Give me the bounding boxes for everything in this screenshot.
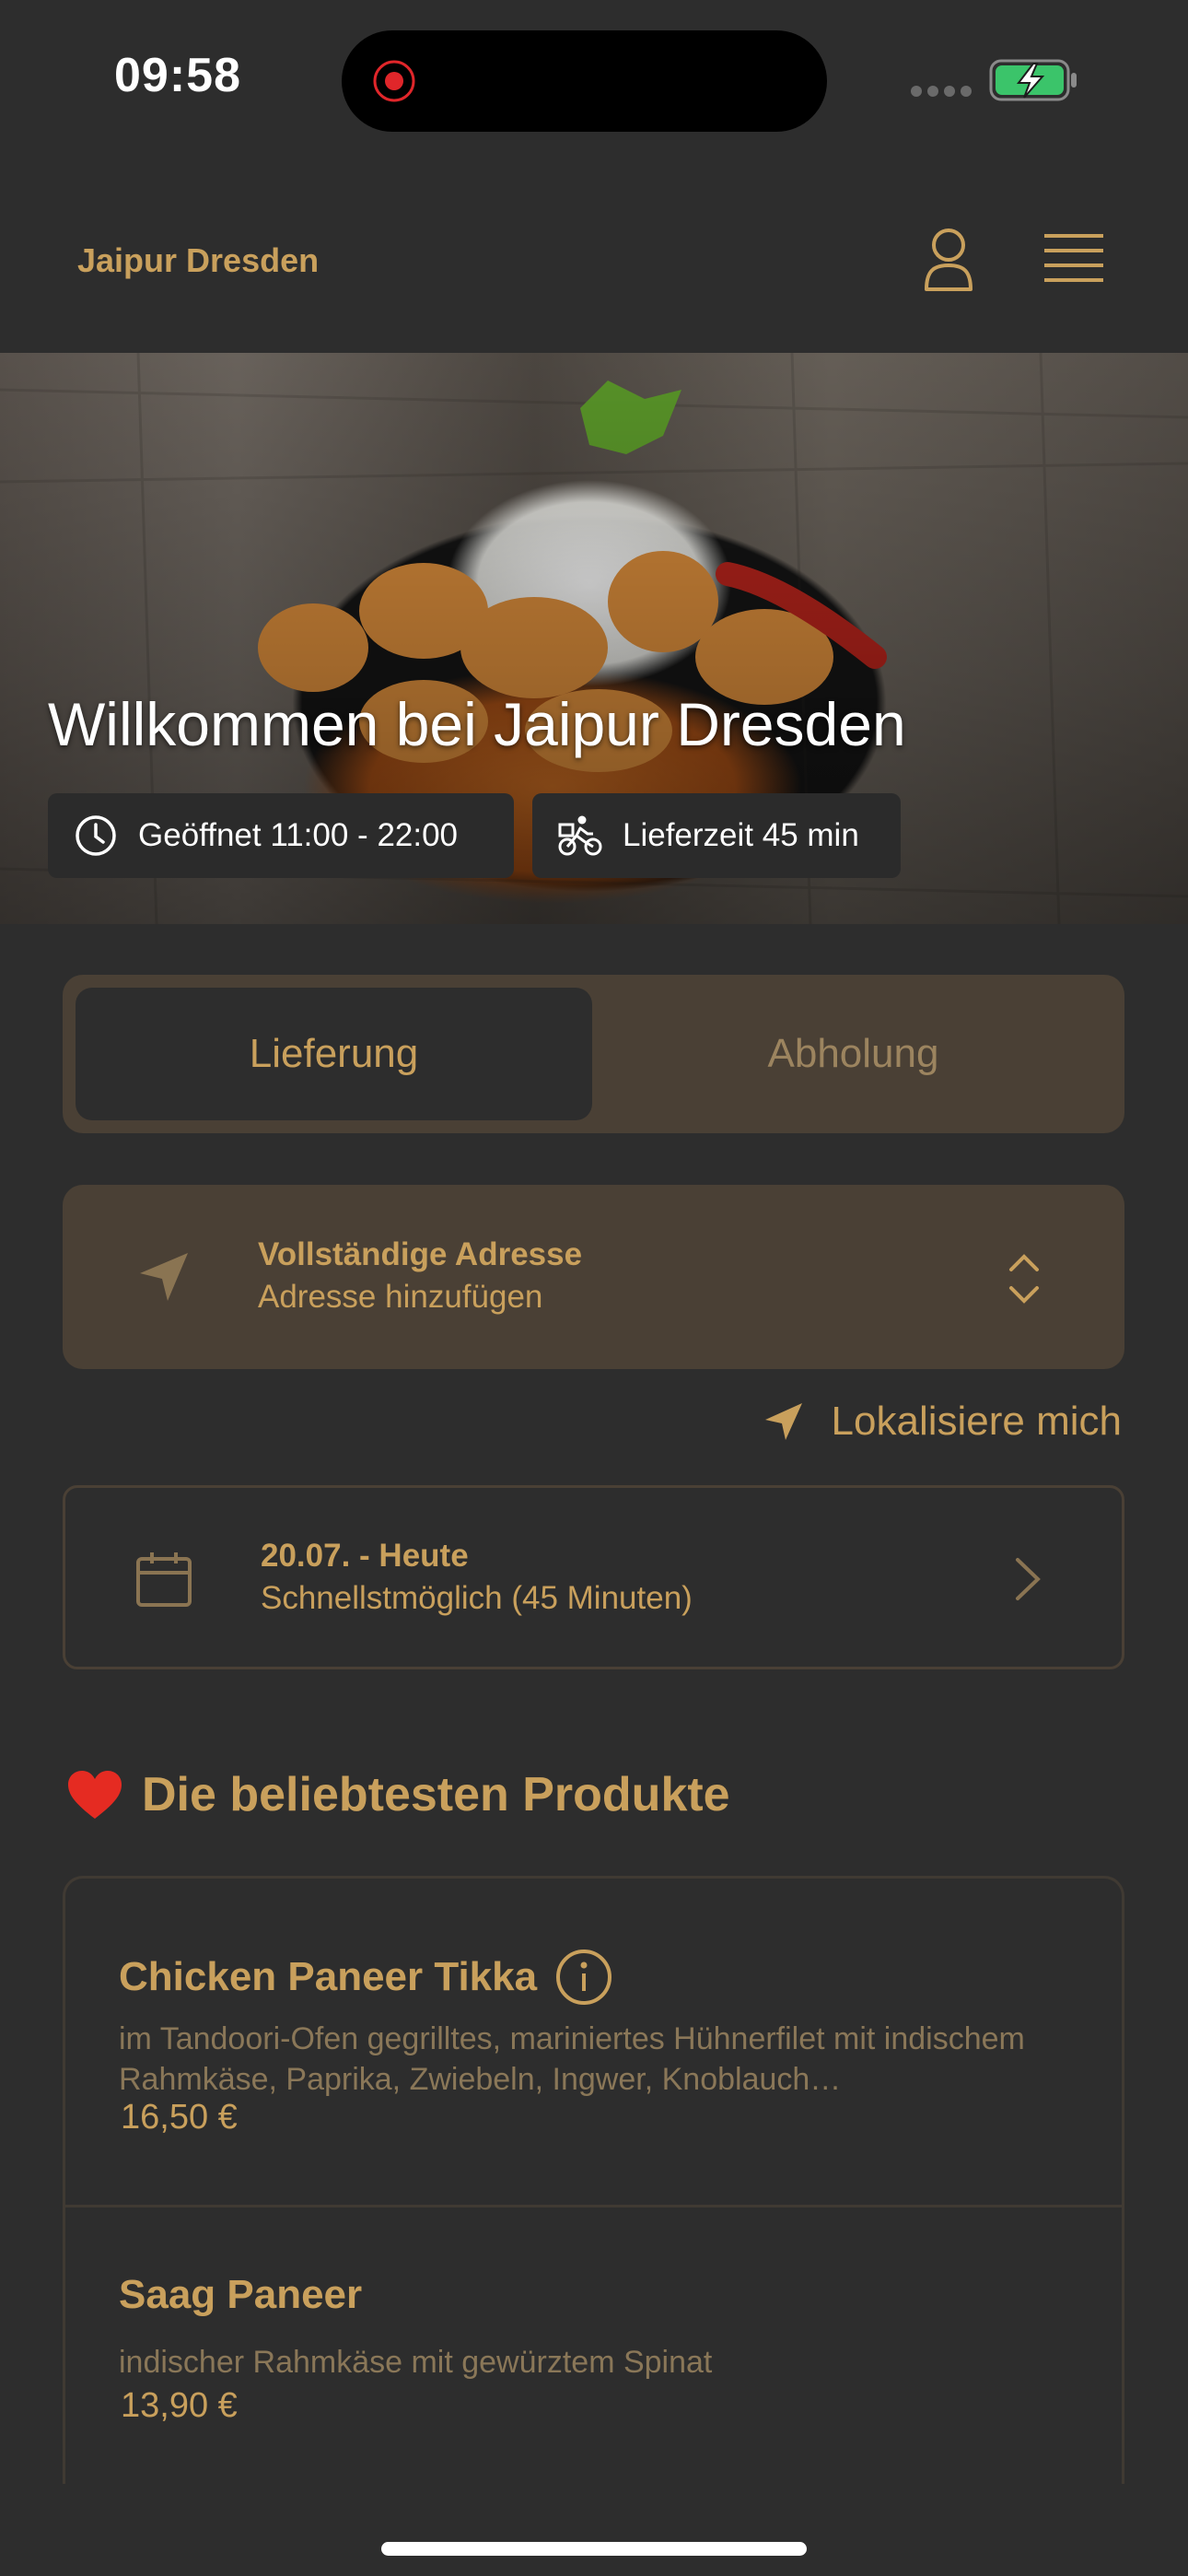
delivery-time-selector[interactable]: 20.07. - Heute Schnellstmöglich (45 Minu… <box>63 1485 1124 1669</box>
tab-pickup[interactable]: Abholung <box>595 988 1112 1120</box>
hamburger-menu-icon <box>1044 234 1103 282</box>
product-price: 13,90 € <box>121 2386 238 2425</box>
status-time: 09:58 <box>114 49 241 102</box>
locate-me-label: Lokalisiere mich <box>831 1399 1122 1444</box>
product-name: Saag Paneer <box>119 2272 363 2317</box>
order-type-toggle: Lieferung Abholung <box>63 975 1124 1133</box>
clock-icon <box>76 815 116 856</box>
hero-banner: Willkommen bei Jaipur Dresden Geöffnet 1… <box>0 353 1188 924</box>
schedule-time: Schnellstmöglich (45 Minuten) <box>261 1580 693 1616</box>
product-description: im Tandoori-Ofen gegrilltes, mariniertes… <box>119 2021 1025 2097</box>
chevron-right-icon <box>1016 1558 1041 1600</box>
dynamic-island <box>342 30 827 132</box>
opening-hours-badge: Geöffnet 11:00 - 22:00 <box>48 793 514 878</box>
address-subtitle: Adresse hinzufügen <box>258 1279 543 1315</box>
product-price: 16,50 € <box>121 2098 238 2137</box>
opening-hours-text: Geöffnet 11:00 - 22:00 <box>138 817 459 853</box>
bicycle-courier-icon <box>558 815 602 856</box>
locate-me-button[interactable]: Lokalisiere mich <box>763 1399 1122 1445</box>
user-icon <box>925 228 973 291</box>
navigation-arrow-icon <box>140 1253 188 1301</box>
chevron-up-down-icon <box>1009 1254 1039 1304</box>
brand-name[interactable]: Jaipur Dresden <box>77 241 319 280</box>
schedule-date: 20.07. - Heute <box>261 1538 469 1574</box>
tab-delivery[interactable]: Lieferung <box>76 988 592 1120</box>
battery-charging-icon <box>989 59 1077 101</box>
popular-products-heading: Die beliebtesten Produkte <box>66 1767 730 1822</box>
calendar-icon <box>136 1552 192 1607</box>
hero-title: Willkommen bei Jaipur Dresden <box>48 690 906 758</box>
heart-icon <box>68 1771 122 1819</box>
app-header: Jaipur Dresden <box>0 157 1188 350</box>
recording-icon <box>373 60 415 102</box>
cellular-signal-icon <box>911 86 972 97</box>
product-name: Chicken Paneer Tikka <box>119 1954 538 1999</box>
product-card[interactable]: Saag Paneer indischer Rahmkäse mit gewür… <box>65 2207 1122 2484</box>
info-icon[interactable] <box>555 1949 612 2006</box>
popular-products-title: Die beliebtesten Produkte <box>142 1768 730 1821</box>
delivery-time-text: Lieferzeit 45 min <box>623 817 859 853</box>
home-indicator[interactable] <box>381 2542 807 2556</box>
address-title: Vollständige Adresse <box>258 1236 583 1272</box>
status-bar: 09:58 <box>0 0 1188 157</box>
product-description: indischer Rahmkäse mit gewürztem Spinat <box>119 2345 713 2380</box>
menu-button[interactable] <box>1044 232 1103 290</box>
product-list: Chicken Paneer Tikka im Tandoori-Ofen ge… <box>63 1876 1124 2484</box>
address-selector[interactable]: Vollständige Adresse Adresse hinzufügen <box>63 1185 1124 1369</box>
product-card[interactable]: Chicken Paneer Tikka im Tandoori-Ofen ge… <box>65 1879 1122 2205</box>
account-button[interactable] <box>921 227 976 298</box>
delivery-time-badge: Lieferzeit 45 min <box>532 793 901 878</box>
location-arrow-icon <box>764 1403 802 1440</box>
